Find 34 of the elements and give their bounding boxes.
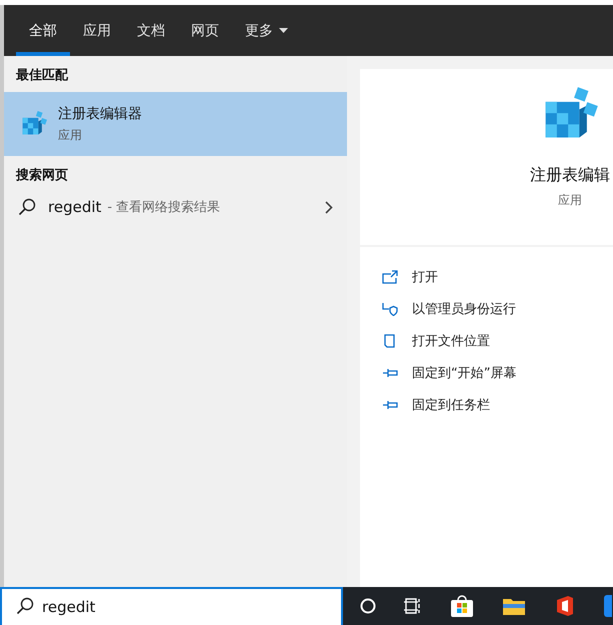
search-icon	[16, 597, 34, 615]
app-icon[interactable]	[604, 595, 612, 617]
app-type: 应用	[558, 192, 582, 209]
open-window-icon	[382, 270, 398, 284]
web-query: regedit	[48, 198, 102, 216]
tab[interactable]: 文档	[124, 5, 178, 56]
pin-icon	[382, 398, 398, 412]
app-type: 应用	[58, 126, 83, 144]
office-icon[interactable]	[554, 595, 576, 617]
app-name: 注册表编辑	[530, 165, 610, 186]
tab[interactable]: 网页	[178, 5, 232, 56]
action-item[interactable]: 固定到任务栏	[382, 389, 613, 421]
tab[interactable]: 应用	[70, 5, 124, 56]
web-hint: - 查看网络搜索结果	[107, 199, 220, 216]
section-heading: 最佳匹配	[15, 67, 70, 85]
store-icon[interactable]	[450, 595, 474, 617]
shield-icon	[382, 302, 398, 316]
pin-icon	[382, 366, 398, 380]
tab[interactable]: 更多	[232, 5, 301, 56]
task-view-icon[interactable]	[404, 598, 422, 614]
result-item[interactable]: 注册表编辑器 应用	[4, 92, 347, 156]
cortana-circle-icon[interactable]	[360, 598, 376, 614]
action-item[interactable]: 打开文件位置	[382, 325, 613, 357]
caret-icon	[279, 28, 288, 33]
action-item[interactable]: 以管理员身份运行	[382, 293, 613, 325]
action-item[interactable]: 打开	[382, 261, 613, 293]
action-item[interactable]: 固定到“开始”屏幕	[382, 357, 613, 389]
search-field[interactable]: regedit	[0, 587, 343, 625]
search-icon	[18, 198, 36, 216]
chevron-icon	[325, 200, 333, 214]
folder-icon[interactable]	[502, 596, 526, 616]
section-heading: 搜索网页	[14, 166, 69, 185]
app-name: 注册表编辑器	[58, 104, 142, 122]
web-search-item[interactable]: regedit - 查看网络搜索结果	[4, 192, 347, 222]
